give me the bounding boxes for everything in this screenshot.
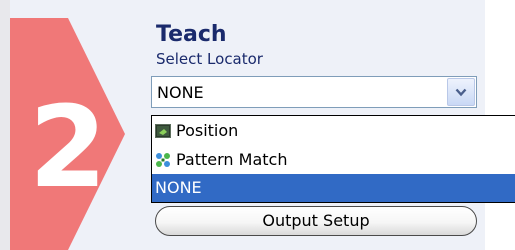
dropdown-button[interactable] [447,78,475,106]
list-item-label: Pattern Match [176,150,288,169]
list-item-pattern-match[interactable]: Pattern Match [152,146,515,174]
output-setup-button[interactable]: Output Setup [155,206,477,236]
select-locator-label: Select Locator [156,50,263,68]
list-item-position[interactable]: Position [152,117,515,145]
pattern-match-icon [156,153,170,167]
list-item-label: Position [176,121,239,140]
step-stripe [0,0,10,250]
list-item-label: NONE [155,178,202,197]
chevron-down-icon [455,88,467,97]
locator-combobox-value: NONE [157,83,204,102]
locator-combobox[interactable]: NONE [151,76,477,108]
teach-title: Teach [156,22,227,47]
locator-dropdown-list: Position Pattern Match NONE [151,115,515,203]
list-item-none[interactable]: NONE [152,174,515,202]
step-number: 2 [29,83,107,213]
position-icon [155,124,171,138]
